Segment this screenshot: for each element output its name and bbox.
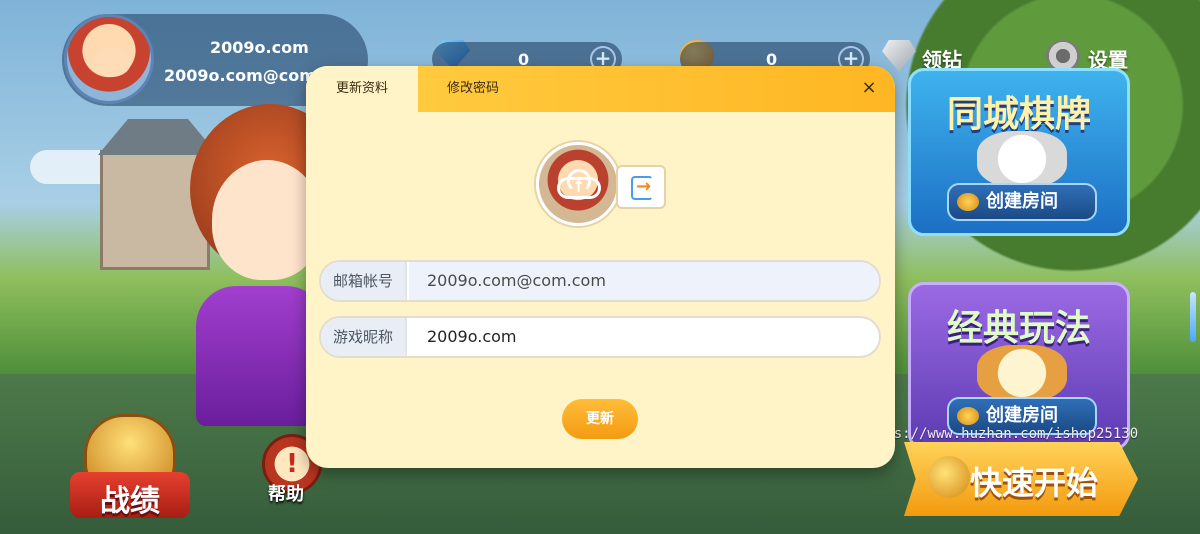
teacup-icon bbox=[977, 131, 1067, 187]
card-title: 经典玩法 bbox=[946, 308, 1091, 349]
help-label: 帮助 bbox=[268, 484, 304, 505]
avatar-upload[interactable]: ↑ bbox=[536, 142, 620, 226]
player-avatar[interactable] bbox=[64, 14, 154, 104]
update-button[interactable]: 更新 bbox=[562, 399, 638, 439]
player-name: 2009o.com bbox=[210, 38, 309, 57]
tab-change-password[interactable]: 修改密码 bbox=[430, 66, 516, 112]
cloud-upload-icon: ↑ bbox=[557, 169, 601, 199]
upload-arrow-icon: ↑ bbox=[572, 177, 586, 196]
nickname-field[interactable]: 游戏昵称 bbox=[319, 316, 881, 358]
scrollbar[interactable] bbox=[1190, 292, 1196, 342]
record-button[interactable]: 战绩 bbox=[70, 414, 190, 524]
cards-icon bbox=[977, 345, 1067, 401]
classic-mode-card[interactable]: 经典玩法 创建房间 bbox=[908, 282, 1130, 450]
quick-start-button[interactable]: 快速开始 bbox=[904, 442, 1138, 516]
bean-icon bbox=[928, 456, 970, 498]
nickname-label: 游戏昵称 bbox=[321, 318, 407, 356]
email-input bbox=[409, 262, 879, 300]
create-room-button[interactable]: 创建房间 bbox=[947, 183, 1097, 221]
quick-start-label: 快速开始 bbox=[970, 464, 1099, 502]
tab-update-profile[interactable]: 更新资料 bbox=[306, 66, 418, 112]
close-icon[interactable]: × bbox=[859, 78, 879, 98]
watermark: https://www.huzhan.com/ishop25130 bbox=[860, 426, 1139, 442]
dialog-header: 更新资料 修改密码 × bbox=[306, 66, 895, 112]
email-field: 邮箱帐号 bbox=[319, 260, 881, 302]
logout-button[interactable] bbox=[616, 165, 666, 209]
local-chess-card[interactable]: 同城棋牌 创建房间 bbox=[908, 68, 1130, 236]
nickname-input[interactable] bbox=[409, 318, 879, 356]
email-label: 邮箱帐号 bbox=[321, 262, 407, 300]
logout-icon bbox=[631, 176, 653, 200]
update-profile-dialog: 更新资料 修改密码 × ↑ 邮箱帐号 游戏昵称 更新 bbox=[306, 66, 895, 468]
record-label: 战绩 bbox=[100, 484, 160, 519]
card-title: 同城棋牌 bbox=[946, 94, 1091, 135]
